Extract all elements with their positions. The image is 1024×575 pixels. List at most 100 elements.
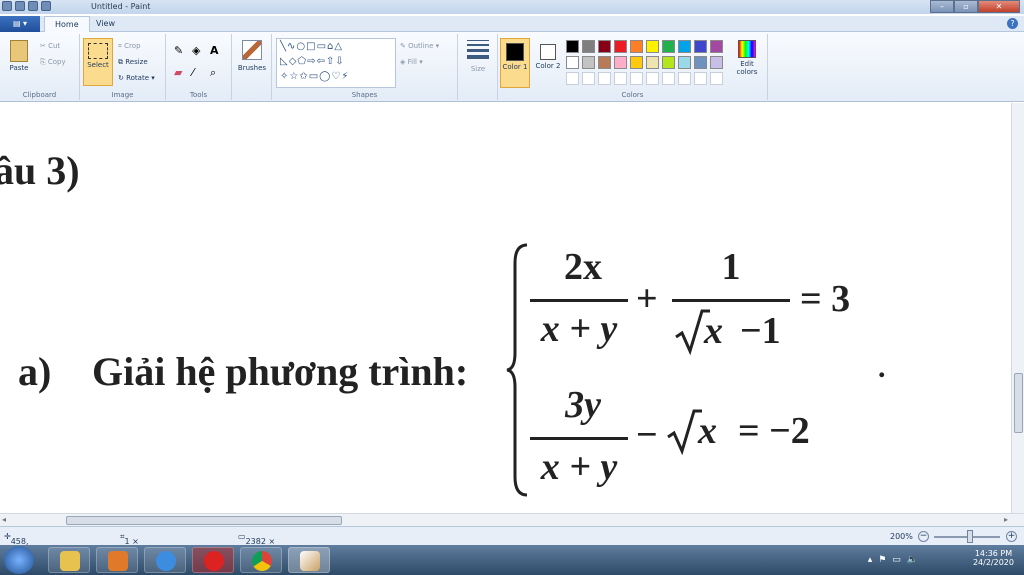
zoom-slider-thumb[interactable]: [967, 530, 973, 543]
title-bar: Untitled - Paint – ▫ ✕: [0, 0, 1024, 14]
palette-swatch[interactable]: [614, 56, 627, 69]
palette-swatch[interactable]: [646, 40, 659, 53]
drawing-canvas[interactable]: âu 3) a) Giải hệ phương trình: 2x x + y …: [0, 103, 1011, 513]
palette-swatch[interactable]: [614, 40, 627, 53]
size-button[interactable]: Size: [462, 40, 494, 73]
custom-color-slot[interactable]: [662, 72, 675, 85]
fill-bucket-icon[interactable]: ◈: [192, 44, 200, 57]
color2-swatch: [540, 44, 556, 60]
clock[interactable]: 14:36 PM 24/2/2020: [973, 549, 1014, 567]
palette-swatch[interactable]: [582, 56, 595, 69]
palette-swatch[interactable]: [598, 40, 611, 53]
palette-swatch[interactable]: [710, 56, 723, 69]
fill-dropdown[interactable]: ◈ Fill ▾: [400, 58, 423, 66]
cut-button[interactable]: ✂ Cut: [40, 42, 60, 50]
start-button[interactable]: [4, 546, 34, 574]
vertical-scrollbar[interactable]: [1011, 103, 1024, 513]
question-heading: âu 3): [0, 148, 80, 193]
taskbar-opera[interactable]: [192, 547, 234, 573]
text-tool-icon[interactable]: A: [210, 44, 219, 57]
color2-button[interactable]: Color 2: [534, 38, 562, 88]
vertical-scroll-thumb[interactable]: [1014, 373, 1023, 433]
zoom-out-button[interactable]: −: [918, 531, 929, 542]
resize-button[interactable]: ⧉ Resize: [118, 58, 148, 67]
tab-home[interactable]: Home: [44, 16, 90, 32]
custom-color-slot[interactable]: [678, 72, 691, 85]
help-icon[interactable]: ?: [1007, 18, 1018, 29]
color1-button[interactable]: Color 1: [500, 38, 530, 88]
taskbar-chrome[interactable]: [240, 547, 282, 573]
taskbar-paint[interactable]: [288, 547, 330, 573]
palette-swatch[interactable]: [598, 56, 611, 69]
taskbar-media-player[interactable]: [96, 547, 138, 573]
brushes-button[interactable]: Brushes: [235, 40, 269, 72]
rotate-button[interactable]: ↻ Rotate ▾: [118, 74, 155, 82]
eq1-plus: +: [636, 278, 658, 320]
taskbar-explorer[interactable]: [48, 547, 90, 573]
media-player-icon: [108, 551, 128, 571]
colors-group-label: Colors: [621, 91, 644, 99]
horizontal-scrollbar[interactable]: ◂ ▸: [0, 513, 1024, 526]
crop-button[interactable]: ⌗ Crop: [118, 42, 141, 51]
zoom-level: 200%: [890, 532, 913, 541]
scroll-left-arrow-icon[interactable]: ◂: [2, 515, 6, 524]
taskbar-internet-explorer[interactable]: [144, 547, 186, 573]
eq1-fraction-bar-2: [672, 299, 790, 302]
color-picker-icon[interactable]: ⁄: [192, 66, 194, 79]
custom-color-slot[interactable]: [598, 72, 611, 85]
palette-swatch[interactable]: [646, 56, 659, 69]
undo-icon[interactable]: [28, 1, 38, 11]
line-width-icon: [467, 40, 489, 59]
palette-swatch[interactable]: [694, 56, 707, 69]
copy-button[interactable]: ⎘ Copy: [40, 58, 66, 67]
custom-color-slot[interactable]: [710, 72, 723, 85]
palette-swatch[interactable]: [630, 56, 643, 69]
image-group-label: Image: [111, 91, 134, 99]
paint-icon: [300, 551, 320, 571]
palette-swatch[interactable]: [582, 40, 595, 53]
palette-swatch[interactable]: [678, 40, 691, 53]
zoom-in-button[interactable]: +: [1006, 531, 1017, 542]
sqrt-symbol-2: [667, 409, 702, 455]
custom-color-slot[interactable]: [566, 72, 579, 85]
custom-color-slot[interactable]: [694, 72, 707, 85]
outline-dropdown[interactable]: ✎ Outline ▾: [400, 42, 439, 50]
custom-color-slot[interactable]: [582, 72, 595, 85]
magnifier-icon[interactable]: ⌕: [210, 66, 216, 80]
eraser-icon[interactable]: ▰: [174, 66, 182, 79]
file-menu-button[interactable]: ▤ ▾: [0, 16, 40, 32]
paint-app-icon[interactable]: [2, 1, 12, 11]
system-tray-icons[interactable]: ▴⚑▭🔈: [868, 555, 924, 565]
tab-view[interactable]: View: [86, 16, 125, 32]
brush-icon: [242, 40, 262, 60]
custom-color-slot[interactable]: [646, 72, 659, 85]
select-button[interactable]: Select: [83, 38, 113, 86]
part-label: a): [18, 349, 52, 394]
minimize-button[interactable]: –: [930, 0, 954, 13]
custom-color-slot[interactable]: [630, 72, 643, 85]
eq2-rhs: = −2: [738, 410, 810, 452]
paste-button[interactable]: Paste: [4, 40, 34, 72]
palette-swatch[interactable]: [630, 40, 643, 53]
redo-icon[interactable]: [41, 1, 51, 11]
eq1-numerator-2: 1: [721, 246, 741, 288]
palette-swatch[interactable]: [662, 40, 675, 53]
edit-colors-button[interactable]: Edit colors: [730, 40, 764, 76]
horizontal-scroll-thumb[interactable]: [66, 516, 342, 525]
close-button[interactable]: ✕: [978, 0, 1020, 13]
palette-swatch[interactable]: [662, 56, 675, 69]
custom-color-slot[interactable]: [614, 72, 627, 85]
palette-swatch[interactable]: [566, 40, 579, 53]
palette-swatch[interactable]: [710, 40, 723, 53]
palette-swatch[interactable]: [566, 56, 579, 69]
pencil-icon[interactable]: ✎: [174, 44, 183, 57]
save-icon[interactable]: [15, 1, 25, 11]
shapes-gallery[interactable]: ╲∿○□▭⌂△ ◺◇⬠⇨⇦⇧⇩ ✧☆✩▭◯♡⚡: [276, 38, 396, 88]
eq1-denominator-1: x + y: [540, 308, 618, 350]
folder-icon: [60, 551, 80, 571]
taskbar: ▴⚑▭🔈 14:36 PM 24/2/2020: [0, 545, 1024, 575]
scroll-right-arrow-icon[interactable]: ▸: [1004, 515, 1008, 524]
palette-swatch[interactable]: [678, 56, 691, 69]
palette-swatch[interactable]: [694, 40, 707, 53]
maximize-button[interactable]: ▫: [954, 0, 978, 13]
